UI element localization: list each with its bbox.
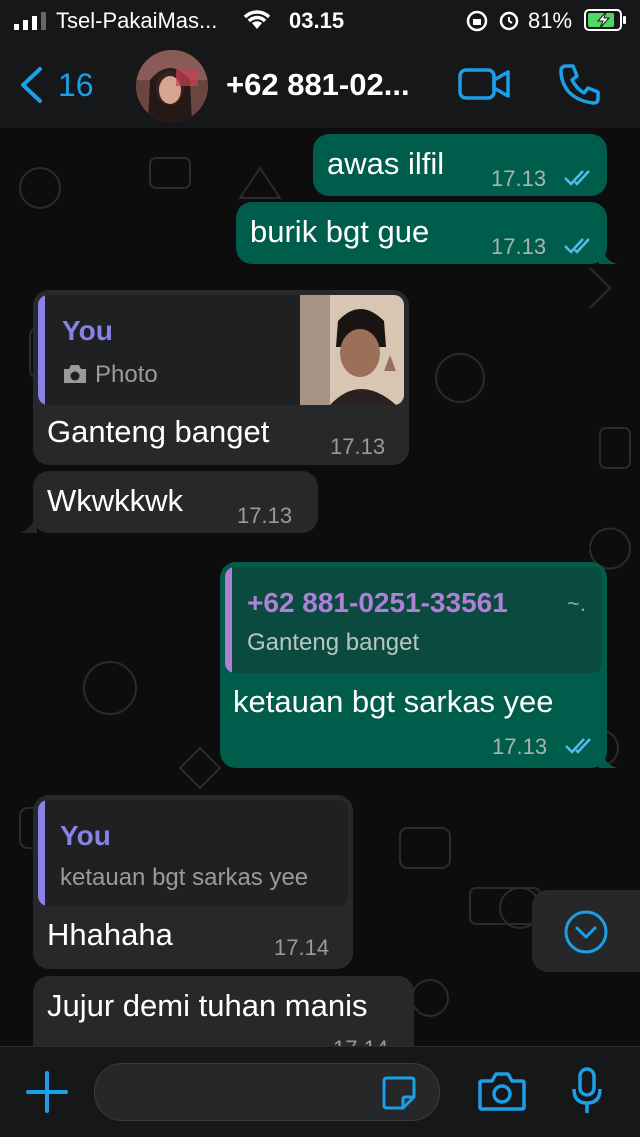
avatar-image (136, 50, 208, 122)
read-receipt-icon (564, 170, 590, 186)
chevron-down-circle-icon (564, 910, 608, 954)
quote-text: Photo (95, 361, 158, 388)
back-button[interactable]: 16 (14, 60, 104, 110)
bubble-tail (599, 746, 617, 768)
quote-text: ketauan bgt sarkas yee (60, 864, 309, 891)
signal-icon (14, 12, 46, 30)
quote-bar (38, 800, 45, 906)
battery-charging-icon (584, 9, 626, 31)
wifi-icon (243, 10, 271, 29)
message-time: 17.13 (492, 734, 548, 759)
camera-icon[interactable] (478, 1071, 526, 1111)
carrier-label: Tsel-PakaiMas... (56, 8, 218, 33)
scroll-to-bottom-button[interactable] (532, 890, 640, 972)
message-time: 17.14 (274, 935, 330, 960)
alarm-icon (499, 11, 519, 31)
quoted-message[interactable]: You ketauan bgt sarkas yee (38, 800, 348, 906)
rotation-lock-icon (466, 10, 488, 32)
message-text: burik bgt gue (250, 214, 430, 249)
read-receipt-icon (565, 738, 591, 754)
avatar[interactable] (136, 50, 208, 122)
bubble-tail (19, 511, 37, 533)
phone-call-icon[interactable] (558, 62, 602, 106)
read-receipt-icon (564, 238, 590, 254)
quote-bar (225, 567, 232, 673)
chevron-left-icon (21, 67, 42, 103)
message-time: 17.13 (491, 166, 547, 191)
sticker-icon[interactable] (381, 1075, 417, 1111)
message-bubble-outgoing[interactable]: +62 881-0251-33561 ~. Ganteng banget ket… (220, 562, 617, 768)
camera-icon (64, 365, 86, 383)
back-count: 16 (58, 67, 94, 103)
quoted-message[interactable]: You Photo (38, 295, 404, 405)
message-bubble-incoming[interactable]: You ketauan bgt sarkas yee Hhahaha 17.14 (33, 795, 353, 969)
quote-bar (38, 295, 45, 405)
bubble-tail (599, 242, 617, 264)
message-text: Hhahaha (47, 917, 173, 952)
message-text: ketauan bgt sarkas yee (233, 684, 554, 719)
message-text: Jujur demi tuhan manis (47, 988, 368, 1023)
quote-author: You (60, 820, 111, 851)
chat-area[interactable]: awas ilfil 17.13 burik bgt gue 17.13 You… (0, 128, 640, 1046)
message-time: 17.13 (491, 234, 547, 259)
status-time: 03.15 (289, 8, 345, 33)
chat-header: 16 +62 881-02... (0, 40, 640, 129)
message-text: Ganteng banget (47, 414, 270, 449)
message-text: Wkwkkwk (47, 483, 184, 518)
message-bubble-incoming[interactable]: You Photo Ganteng banget 17.13 (33, 290, 409, 465)
quote-text: Ganteng banget (247, 629, 420, 656)
message-time: 17.13 (237, 503, 293, 528)
message-text: awas ilfil (327, 146, 445, 181)
message-time: 17.13 (330, 434, 386, 459)
quote-photo-thumbnail (300, 295, 404, 405)
message-input[interactable] (94, 1063, 440, 1121)
battery-percent: 81% (528, 8, 573, 33)
message-input-bar (0, 1046, 640, 1137)
video-call-icon[interactable] (458, 66, 512, 102)
message-time: 17.14 (333, 1036, 388, 1046)
message-bubble-outgoing[interactable]: awas ilfil 17.13 (313, 134, 607, 196)
plus-icon[interactable] (24, 1069, 70, 1115)
quoted-message[interactable]: +62 881-0251-33561 ~. Ganteng banget (225, 567, 602, 673)
message-bubble-incoming[interactable]: Wkwkkwk 17.13 (19, 471, 318, 533)
microphone-icon[interactable] (570, 1067, 604, 1115)
quote-author: You (62, 315, 113, 346)
message-bubble-incoming[interactable]: Jujur demi tuhan manis 17.14 (33, 976, 414, 1046)
status-bar: Tsel-PakaiMas... 03.15 81% (0, 0, 640, 40)
quote-author: +62 881-0251-33561 (247, 587, 508, 618)
contact-name[interactable]: +62 881-02... (226, 67, 410, 103)
message-bubble-outgoing[interactable]: burik bgt gue 17.13 (236, 202, 617, 264)
quote-author-suffix: ~. (567, 591, 586, 616)
